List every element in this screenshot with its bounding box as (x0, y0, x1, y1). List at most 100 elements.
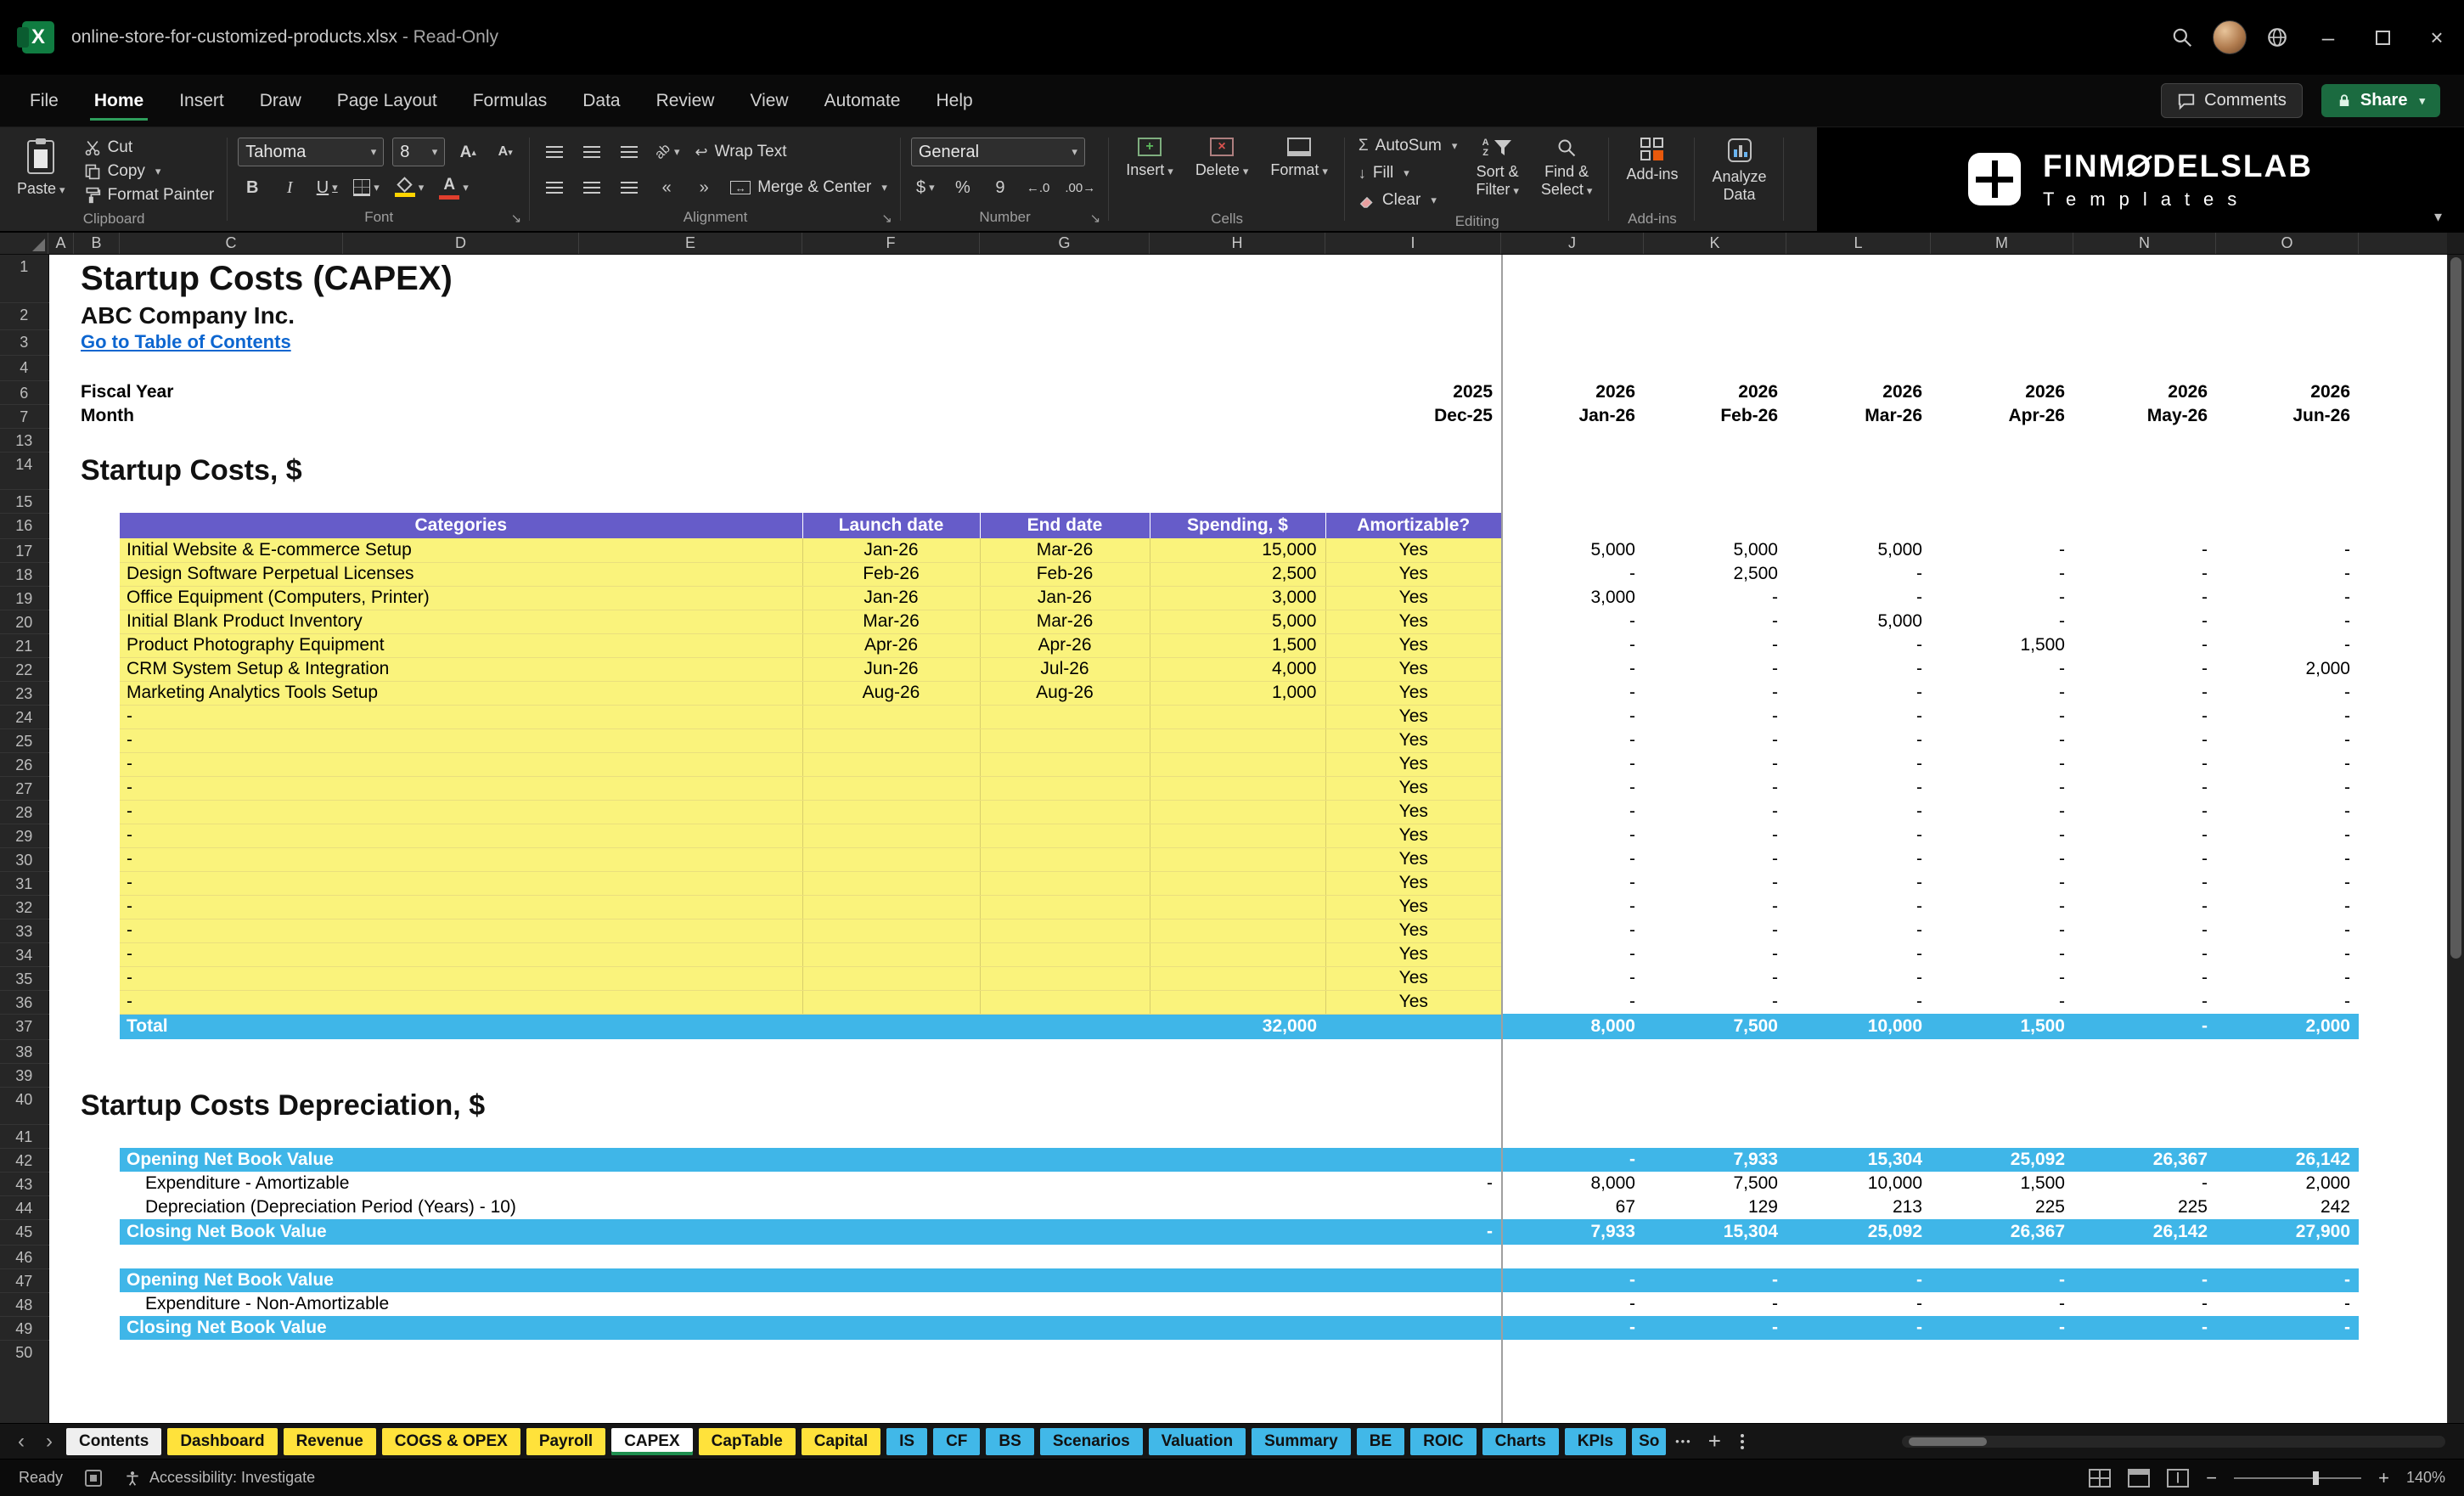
row-header-30[interactable]: 30 (0, 847, 49, 872)
page-layout-view-button[interactable] (2128, 1468, 2151, 1488)
cell[interactable]: - (1644, 942, 1786, 966)
cell[interactable]: - (1931, 1268, 2073, 1292)
cell[interactable] (48, 302, 74, 329)
cell[interactable] (48, 776, 74, 800)
cell[interactable]: 2,500 (1149, 562, 1325, 587)
row-header-39[interactable]: 39 (0, 1063, 49, 1088)
sheet-tab-capex[interactable]: CAPEX (611, 1427, 693, 1455)
row-header-42[interactable]: 42 (0, 1148, 49, 1173)
horizontal-scrollbar[interactable] (1902, 1435, 2445, 1448)
cell[interactable]: 15,304 (1644, 1219, 1786, 1245)
row-label[interactable]: Expenditure - Non-Amortizable (120, 1292, 1325, 1316)
cell[interactable]: - (2073, 1172, 2216, 1195)
maximize-button[interactable] (2355, 0, 2410, 75)
row-header-29[interactable]: 29 (0, 824, 49, 848)
align-middle-button[interactable] (577, 138, 606, 166)
cell[interactable] (48, 1172, 74, 1195)
cell[interactable] (979, 895, 1150, 920)
cell[interactable]: Yes (1325, 847, 1501, 872)
row-header-15[interactable]: 15 (0, 489, 49, 514)
cell[interactable]: - (1501, 776, 1644, 800)
cell[interactable]: 2,500 (1644, 562, 1786, 586)
orientation-button[interactable]: ab ▾ (652, 138, 683, 166)
cell[interactable] (74, 776, 120, 800)
row-header-24[interactable]: 24 (0, 705, 49, 729)
cell[interactable]: - (2073, 942, 2216, 966)
cell[interactable] (1149, 824, 1325, 848)
cell[interactable]: 2,000 (2216, 1014, 2359, 1039)
cell[interactable]: 32,000 (1150, 1014, 1325, 1039)
increase-decimal-button[interactable]: ←.0 (1023, 174, 1054, 201)
cell[interactable]: - (1501, 1316, 1644, 1340)
cell[interactable]: - (1931, 610, 2073, 633)
th-launch-date[interactable]: Launch date (802, 513, 981, 538)
cell[interactable] (2359, 847, 2447, 871)
cell[interactable]: - (1501, 610, 1644, 633)
cell[interactable]: Feb-26 (802, 562, 980, 587)
cell[interactable]: - (2216, 752, 2359, 776)
cell[interactable]: - (1931, 705, 2073, 728)
cell[interactable]: - (1644, 1292, 1786, 1316)
cell[interactable]: - (120, 776, 802, 801)
cell[interactable]: - (2216, 847, 2359, 871)
cell[interactable]: - (1501, 966, 1644, 990)
cell[interactable] (2359, 895, 2447, 919)
cell[interactable] (2359, 1268, 2447, 1292)
cell[interactable]: 2026 (1786, 380, 1931, 404)
merge-center-button[interactable]: ↔ Merge & Center ▾ (727, 176, 891, 200)
cell[interactable]: Jul-26 (979, 657, 1150, 682)
cell[interactable] (979, 966, 1150, 991)
cell[interactable] (802, 990, 980, 1015)
cell[interactable]: Feb-26 (979, 562, 1150, 587)
increase-font-button[interactable]: A ▴ (453, 138, 482, 166)
cell[interactable]: 67 (1501, 1195, 1644, 1219)
tab-scroll-right-button[interactable]: › (38, 1430, 60, 1454)
cell[interactable] (802, 895, 980, 920)
cell[interactable]: Jun-26 (2216, 404, 2359, 428)
row-header-16[interactable]: 16 (0, 513, 49, 539)
cell[interactable]: - (1501, 752, 1644, 776)
cell[interactable]: Design Software Perpetual Licenses (120, 562, 802, 587)
cell[interactable]: - (2216, 681, 2359, 705)
normal-view-button[interactable] (2089, 1468, 2112, 1488)
cell[interactable]: Yes (1325, 657, 1501, 682)
cell[interactable]: - (1931, 657, 2073, 681)
comments-button[interactable]: Comments (2161, 83, 2303, 118)
cell[interactable]: - (1931, 1292, 2073, 1316)
cell[interactable] (48, 657, 74, 681)
share-button[interactable]: Share ▾ (2321, 84, 2440, 117)
row-header-46[interactable]: 46 (0, 1245, 49, 1269)
cell[interactable]: - (2216, 586, 2359, 610)
cell[interactable]: - (1501, 633, 1644, 657)
cell[interactable]: 3,000 (1501, 586, 1644, 610)
cell[interactable]: - (1931, 728, 2073, 752)
column-header-C[interactable]: C (120, 233, 343, 254)
row-header-48[interactable]: 48 (0, 1292, 49, 1317)
sheet-tab-contents[interactable]: Contents (66, 1427, 162, 1455)
cell[interactable] (48, 1245, 2447, 1268)
cell[interactable] (1325, 1292, 1501, 1316)
cell[interactable] (48, 752, 74, 776)
row-header-50[interactable]: 50 (0, 1340, 49, 1423)
cell[interactable]: - (2073, 610, 2216, 633)
cell[interactable]: - (1501, 728, 1644, 752)
cell[interactable] (74, 1219, 120, 1245)
paste-button[interactable]: Paste ▾ (10, 134, 72, 201)
cell[interactable]: - (1931, 1316, 2073, 1340)
cell[interactable] (48, 824, 74, 847)
cell[interactable] (48, 489, 2447, 513)
cell[interactable] (1325, 1148, 1501, 1172)
cell[interactable]: - (1501, 657, 1644, 681)
cell[interactable] (74, 681, 120, 705)
cell[interactable]: - (1644, 752, 1786, 776)
cell[interactable] (48, 610, 74, 633)
cell[interactable]: - (1786, 1292, 1931, 1316)
cell[interactable]: Apr-26 (979, 633, 1150, 658)
cell[interactable]: - (1644, 800, 1786, 824)
cell[interactable] (48, 966, 74, 990)
tab-scroll-left-button[interactable]: ‹ (10, 1430, 32, 1454)
cell[interactable]: - (2073, 1292, 2216, 1316)
cell[interactable]: - (2073, 728, 2216, 752)
alignment-dialog-launcher[interactable]: ↘ (881, 211, 892, 226)
cell[interactable] (48, 355, 2447, 380)
